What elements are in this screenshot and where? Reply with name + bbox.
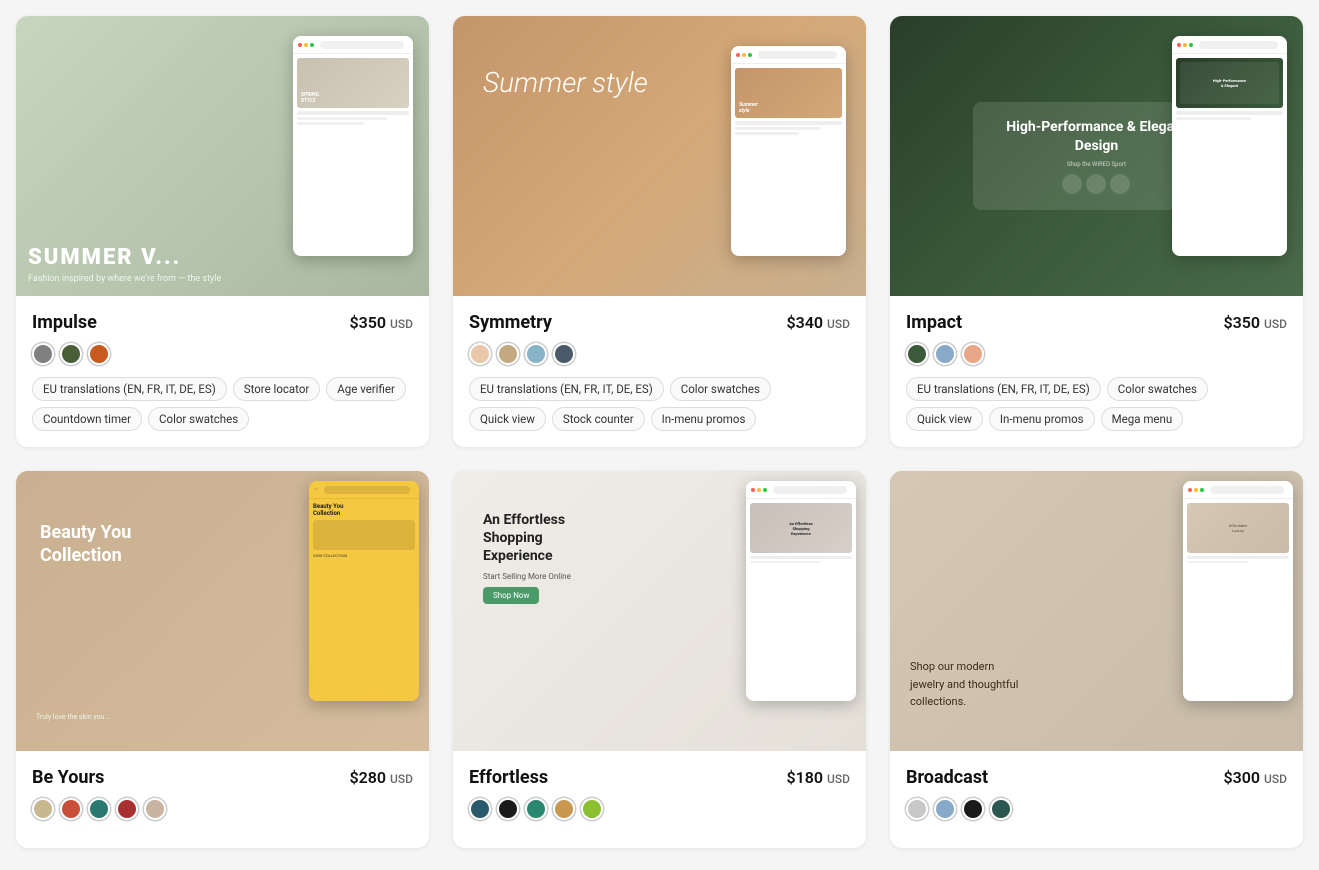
swatches-impulse <box>32 343 413 365</box>
swatch-teal[interactable] <box>88 798 110 820</box>
card-body-impact: Impact $350 USD EU translations (EN, FR,… <box>890 296 1303 447</box>
title-row-symmetry: Symmetry $340 USD <box>469 312 850 333</box>
swatch-navy[interactable] <box>469 798 491 820</box>
swatch-beige[interactable] <box>469 343 491 365</box>
tag-in-menu-promos-impact[interactable]: In-menu promos <box>989 407 1095 431</box>
tag-color-swatches-symmetry[interactable]: Color swatches <box>670 377 771 401</box>
price-impulse: $350 USD <box>350 313 414 332</box>
effortless-hero: An EffortlessShoppingExperience Start Se… <box>483 511 571 604</box>
card-effortless: An EffortlessShoppingExperience Start Se… <box>453 471 866 848</box>
tag-color-swatches-impact[interactable]: Color swatches <box>1107 377 1208 401</box>
tag-stock-counter-symmetry[interactable]: Stock counter <box>552 407 645 431</box>
swatches-impact <box>906 343 1287 365</box>
swatches-effortless <box>469 798 850 820</box>
price-symmetry: $340 USD <box>787 313 851 332</box>
swatch-light-tan[interactable] <box>144 798 166 820</box>
card-image-broadcast[interactable]: Shop our modernjewelry and thoughtfulcol… <box>890 471 1303 751</box>
impact-phone-mock: High-Performance& Elegant <box>1172 36 1287 256</box>
tag-eu-translations-symmetry[interactable]: EU translations (EN, FR, IT, DE, ES) <box>469 377 664 401</box>
tag-age-verifier[interactable]: Age verifier <box>326 377 406 401</box>
swatches-broadcast <box>906 798 1287 820</box>
card-body-symmetry: Symmetry $340 USD EU translations (EN, F… <box>453 296 866 447</box>
title-effortless: Effortless <box>469 767 548 788</box>
title-symmetry: Symmetry <box>469 312 552 333</box>
card-image-impulse[interactable]: SUMMER V... Fashion inspired by where we… <box>16 16 429 296</box>
swatch-black[interactable] <box>497 798 519 820</box>
tags-impact: EU translations (EN, FR, IT, DE, ES) Col… <box>906 377 1287 431</box>
title-row-effortless: Effortless $180 USD <box>469 767 850 788</box>
symmetry-phone-mock: Summerstyle <box>731 46 846 256</box>
swatch-dark-green[interactable] <box>906 343 928 365</box>
effortless-phone-mock: An EffortlessShoppingExperience <box>746 481 856 701</box>
card-body-effortless: Effortless $180 USD <box>453 751 866 848</box>
swatch-gray[interactable] <box>32 343 54 365</box>
swatch-gold[interactable] <box>553 798 575 820</box>
swatch-dark-teal[interactable] <box>990 798 1012 820</box>
swatch-dark-red[interactable] <box>116 798 138 820</box>
swatches-symmetry <box>469 343 850 365</box>
tag-store-locator[interactable]: Store locator <box>233 377 321 401</box>
broadcast-phone-mock: AffordableLuxury <box>1183 481 1293 701</box>
swatch-green-teal[interactable] <box>525 798 547 820</box>
price-beyours: $280 USD <box>350 768 414 787</box>
swatch-steel-blue[interactable] <box>934 798 956 820</box>
price-broadcast: $300 USD <box>1224 768 1288 787</box>
swatch-light-blue[interactable] <box>934 343 956 365</box>
tag-countdown-timer[interactable]: Countdown timer <box>32 407 142 431</box>
symmetry-hero-text: Summer style <box>483 66 648 99</box>
swatch-lime[interactable] <box>581 798 603 820</box>
swatch-salmon[interactable] <box>962 343 984 365</box>
swatch-tan[interactable] <box>497 343 519 365</box>
impulse-hero-text: SUMMER V... <box>28 245 181 270</box>
swatch-silver[interactable] <box>906 798 928 820</box>
swatches-beyours <box>32 798 413 820</box>
impulse-sub-text: Fashion inspired by where we're from — t… <box>28 274 221 284</box>
card-image-beyours[interactable]: Beauty YouCollection Truly love the skin… <box>16 471 429 751</box>
tag-quick-view-impact[interactable]: Quick view <box>906 407 983 431</box>
card-body-impulse: Impulse $350 USD EU translations (EN, FR… <box>16 296 429 447</box>
card-broadcast: Shop our modernjewelry and thoughtfulcol… <box>890 471 1303 848</box>
title-row-impact: Impact $350 USD <box>906 312 1287 333</box>
title-row-beyours: Be Yours $280 USD <box>32 767 413 788</box>
card-symmetry: Summer style Summerstyle <box>453 16 866 447</box>
title-impact: Impact <box>906 312 962 333</box>
swatch-green[interactable] <box>60 343 82 365</box>
impulse-phone-mock: SPRINGSTYLE <box>293 36 413 256</box>
effortless-hero-text: An EffortlessShoppingExperience <box>483 511 571 566</box>
swatch-blue[interactable] <box>525 343 547 365</box>
title-beyours: Be Yours <box>32 767 104 788</box>
title-broadcast: Broadcast <box>906 767 988 788</box>
card-impulse: SUMMER V... Fashion inspired by where we… <box>16 16 429 447</box>
card-body-beyours: Be Yours $280 USD <box>16 751 429 848</box>
tag-color-swatches[interactable]: Color swatches <box>148 407 249 431</box>
tag-in-menu-promos-symmetry[interactable]: In-menu promos <box>651 407 757 431</box>
price-impact: $350 USD <box>1224 313 1288 332</box>
card-beyours: Beauty YouCollection Truly love the skin… <box>16 471 429 848</box>
card-image-effortless[interactable]: An EffortlessShoppingExperience Start Se… <box>453 471 866 751</box>
swatch-slate[interactable] <box>553 343 575 365</box>
swatch-orange[interactable] <box>88 343 110 365</box>
swatch-red-orange[interactable] <box>60 798 82 820</box>
product-grid: SUMMER V... Fashion inspired by where we… <box>16 16 1303 848</box>
broadcast-hero-text: Shop our modernjewelry and thoughtfulcol… <box>910 658 1173 711</box>
title-row-broadcast: Broadcast $300 USD <box>906 767 1287 788</box>
beyours-hero-text: Beauty YouCollection <box>40 521 131 568</box>
tags-symmetry: EU translations (EN, FR, IT, DE, ES) Col… <box>469 377 850 431</box>
card-impact: High-Performance & Elegant Design Shop t… <box>890 16 1303 447</box>
beyours-phone-mock: ♡ Beauty YouCollection VIEW COLLECTION <box>309 481 419 701</box>
card-image-impact[interactable]: High-Performance & Elegant Design Shop t… <box>890 16 1303 296</box>
tag-eu-translations[interactable]: EU translations (EN, FR, IT, DE, ES) <box>32 377 227 401</box>
card-body-broadcast: Broadcast $300 USD <box>890 751 1303 848</box>
price-effortless: $180 USD <box>787 768 851 787</box>
card-image-symmetry[interactable]: Summer style Summerstyle <box>453 16 866 296</box>
title-impulse: Impulse <box>32 312 97 333</box>
swatch-broadcast-black[interactable] <box>962 798 984 820</box>
tags-impulse: EU translations (EN, FR, IT, DE, ES) Sto… <box>32 377 413 431</box>
swatch-sand[interactable] <box>32 798 54 820</box>
title-row-impulse: Impulse $350 USD <box>32 312 413 333</box>
tag-quick-view-symmetry[interactable]: Quick view <box>469 407 546 431</box>
tag-mega-menu-impact[interactable]: Mega menu <box>1101 407 1184 431</box>
tag-eu-translations-impact[interactable]: EU translations (EN, FR, IT, DE, ES) <box>906 377 1101 401</box>
